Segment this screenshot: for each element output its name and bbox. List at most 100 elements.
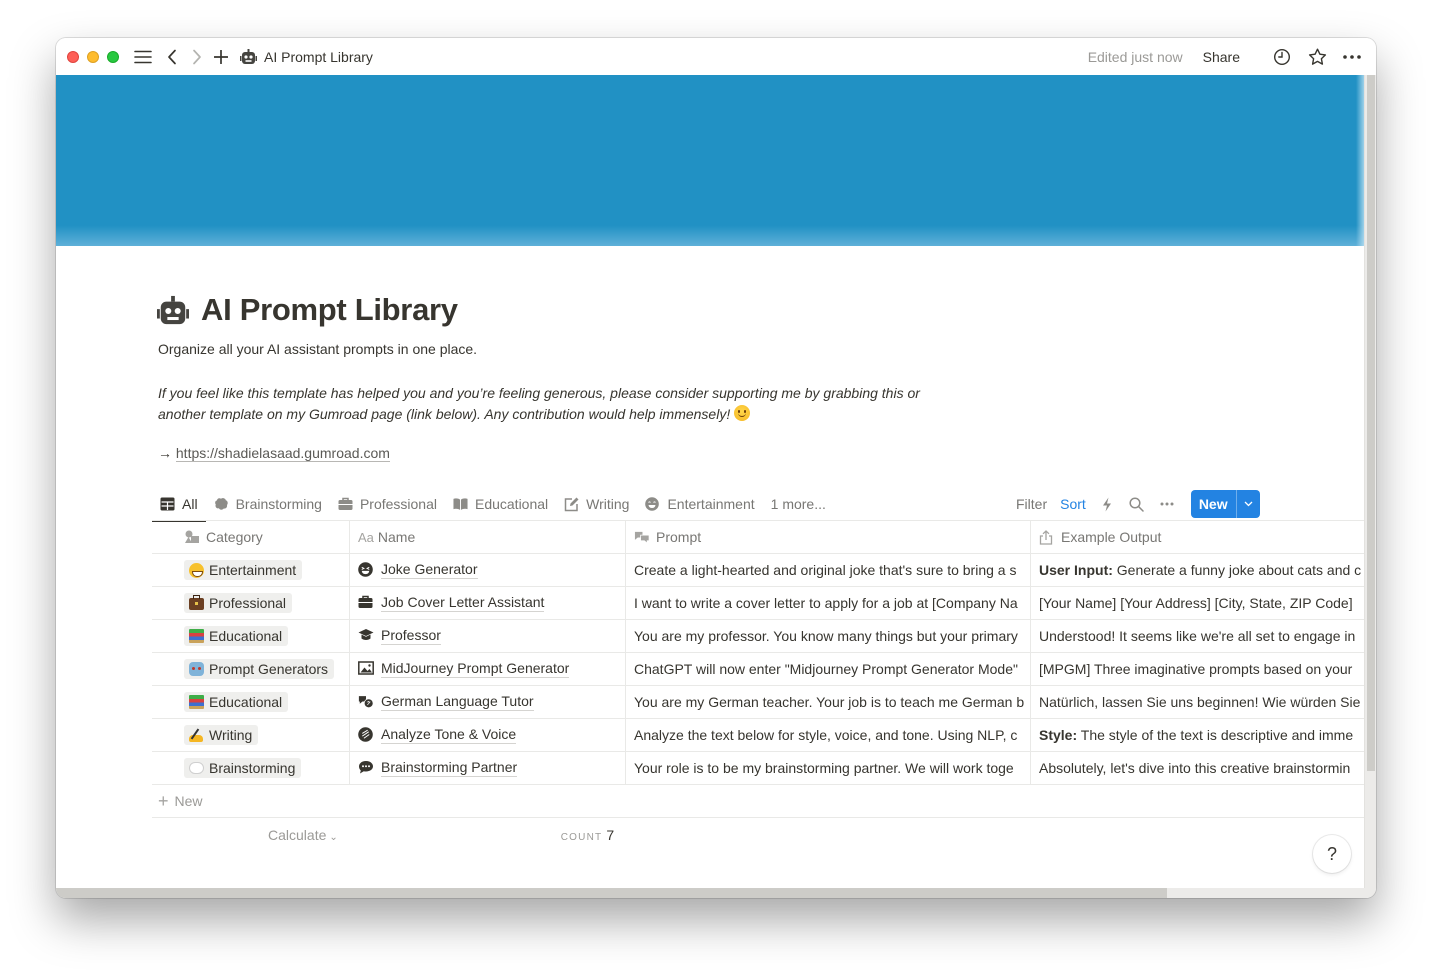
prompt-cell[interactable]: Analyze the text below for style, voice,… bbox=[626, 719, 1031, 751]
page-name-link[interactable]: Analyze Tone & Voice bbox=[381, 726, 517, 744]
page-name-link[interactable]: Professor bbox=[381, 627, 441, 645]
view-tab-educational[interactable]: Educational bbox=[445, 488, 556, 520]
category-tag[interactable]: Prompt Generators bbox=[184, 659, 335, 679]
view-options-ellipsis-icon[interactable] bbox=[1158, 495, 1176, 513]
name-cell[interactable]: Brainstorming Partner bbox=[350, 752, 626, 784]
column-header-label: Name bbox=[377, 529, 416, 545]
topbar-actions: Edited just now Share bbox=[1088, 47, 1362, 67]
prompt-cell[interactable]: Create a light-hearted and original joke… bbox=[626, 554, 1031, 586]
category-tag[interactable]: Writing bbox=[184, 725, 259, 745]
language-icon bbox=[358, 694, 374, 710]
page-name-link[interactable]: MidJourney Prompt Generator bbox=[381, 660, 570, 678]
page-name-link[interactable]: Job Cover Letter Assistant bbox=[381, 594, 545, 612]
view-tab-professional[interactable]: Professional bbox=[330, 488, 445, 520]
close-window-button[interactable] bbox=[67, 50, 79, 63]
prompt-cell[interactable]: You are my professor. You know many thin… bbox=[626, 620, 1031, 652]
page-description[interactable]: Organize all your AI assistant prompts i… bbox=[158, 341, 477, 357]
vertical-scrollbar[interactable] bbox=[1364, 75, 1376, 888]
example-output-cell[interactable]: Understood! It seems like we're all set … bbox=[1031, 620, 1364, 652]
prompt-cell[interactable]: I want to write a cover letter to apply … bbox=[626, 587, 1031, 619]
table-row[interactable]: Writing Analyze Tone & Voice Analyze the… bbox=[152, 719, 1364, 752]
sort-button[interactable]: Sort bbox=[1060, 496, 1086, 512]
column-header-category[interactable]: Category bbox=[152, 521, 350, 553]
column-header-prompt[interactable]: Prompt bbox=[626, 521, 1031, 553]
column-header-name[interactable]: Aa Name bbox=[350, 521, 626, 553]
more-views-button[interactable]: 1 more... bbox=[763, 496, 834, 512]
name-cell[interactable]: Professor bbox=[350, 620, 626, 652]
output-text: The style of the text is descriptive and… bbox=[1077, 727, 1354, 743]
example-output-cell[interactable]: [Your Name] [Your Address] [City, State,… bbox=[1031, 587, 1364, 619]
prompt-cell[interactable]: You are my German teacher. Your job is t… bbox=[626, 686, 1031, 718]
view-tab-entertainment[interactable]: Entertainment bbox=[637, 488, 762, 520]
forward-arrow-icon[interactable] bbox=[188, 47, 206, 67]
page-name-link[interactable]: Joke Generator bbox=[381, 561, 478, 579]
filter-button[interactable]: Filter bbox=[1016, 496, 1047, 512]
name-cell[interactable]: German Language Tutor bbox=[350, 686, 626, 718]
table-row[interactable]: Prompt Generators MidJourney Prompt Gene… bbox=[152, 653, 1364, 686]
category-cell[interactable]: Prompt Generators bbox=[152, 653, 350, 685]
gumroad-link[interactable]: https://shadielasaad.gumroad.com bbox=[175, 445, 390, 462]
column-header-example-output[interactable]: Example Output bbox=[1031, 521, 1364, 553]
name-cell[interactable]: Joke Generator bbox=[350, 554, 626, 586]
column-header-label: Category bbox=[206, 529, 263, 545]
category-tag[interactable]: Educational bbox=[184, 626, 289, 646]
favorite-star-icon[interactable] bbox=[1307, 47, 1327, 67]
table-row[interactable]: Educational Professor You are my profess… bbox=[152, 620, 1364, 653]
share-button[interactable]: Share bbox=[1203, 49, 1240, 65]
prompt-cell[interactable]: Your role is to be my brainstorming part… bbox=[626, 752, 1031, 784]
grin-squint-icon bbox=[358, 562, 374, 578]
sidebar-menu-icon[interactable] bbox=[133, 47, 153, 67]
example-output-cell[interactable]: [MPGM] Three imaginative prompts based o… bbox=[1031, 653, 1364, 685]
category-tag[interactable]: Entertainment bbox=[184, 560, 303, 580]
new-entry-button[interactable]: New bbox=[1191, 490, 1236, 518]
example-output-cell[interactable]: Style: The style of the text is descript… bbox=[1031, 719, 1364, 751]
table-row[interactable]: Educational German Language Tutor You ar… bbox=[152, 686, 1364, 719]
history-clock-icon[interactable] bbox=[1272, 47, 1292, 67]
category-cell[interactable]: Educational bbox=[152, 620, 350, 652]
search-icon[interactable] bbox=[1128, 495, 1146, 513]
breadcrumb-page-title[interactable]: AI Prompt Library bbox=[264, 49, 373, 65]
calculate-dropdown[interactable]: Calculate ⌄ bbox=[268, 827, 338, 843]
name-cell[interactable]: MidJourney Prompt Generator bbox=[350, 653, 626, 685]
briefcase-icon bbox=[338, 497, 353, 512]
example-output-cell[interactable]: Natürlich, lassen Sie uns beginnen! Wie … bbox=[1031, 686, 1364, 718]
table-row[interactable]: Entertainment Joke Generator Create a li… bbox=[152, 554, 1364, 587]
help-button[interactable]: ? bbox=[1313, 835, 1351, 873]
view-tab-brainstorming[interactable]: Brainstorming bbox=[206, 488, 330, 520]
name-cell[interactable]: Job Cover Letter Assistant bbox=[350, 587, 626, 619]
view-tab-all[interactable]: All bbox=[152, 488, 206, 522]
count-summary[interactable]: COUNT 7 bbox=[561, 827, 614, 843]
horizontal-scrollbar-thumb[interactable] bbox=[56, 888, 1167, 898]
new-page-plus-icon[interactable] bbox=[211, 47, 231, 67]
prompt-cell[interactable]: ChatGPT will now enter "Midjourney Promp… bbox=[626, 653, 1031, 685]
horizontal-scrollbar[interactable] bbox=[56, 888, 1376, 898]
example-output-cell[interactable]: Absolutely, let's dive into this creativ… bbox=[1031, 752, 1364, 784]
category-cell[interactable]: Professional bbox=[152, 587, 350, 619]
category-tag[interactable]: Brainstorming bbox=[184, 758, 302, 778]
more-options-icon[interactable] bbox=[1342, 47, 1362, 67]
table-row[interactable]: Brainstorming Brainstorming Partner Your… bbox=[152, 752, 1364, 785]
page-title[interactable]: AI Prompt Library bbox=[201, 292, 458, 328]
example-output-cell[interactable]: User Input: Generate a funny joke about … bbox=[1031, 554, 1364, 586]
category-tag[interactable]: Educational bbox=[184, 692, 289, 712]
category-cell[interactable]: Educational bbox=[152, 686, 350, 718]
category-cell[interactable]: Writing bbox=[152, 719, 350, 751]
category-cell[interactable]: Brainstorming bbox=[152, 752, 350, 784]
automation-bolt-icon[interactable] bbox=[1098, 495, 1116, 513]
page-name-link[interactable]: German Language Tutor bbox=[381, 693, 534, 711]
add-new-row-button[interactable]: + New bbox=[152, 785, 1364, 818]
minimize-window-button[interactable] bbox=[87, 50, 99, 63]
page-cover-image[interactable] bbox=[56, 75, 1364, 246]
vertical-scrollbar-thumb[interactable] bbox=[1367, 75, 1375, 771]
table-row[interactable]: Professional Job Cover Letter Assistant … bbox=[152, 587, 1364, 620]
zoom-window-button[interactable] bbox=[107, 50, 119, 63]
back-arrow-icon[interactable] bbox=[163, 47, 181, 67]
name-cell[interactable]: Analyze Tone & Voice bbox=[350, 719, 626, 751]
category-tag[interactable]: Professional bbox=[184, 593, 293, 613]
page-name-link[interactable]: Brainstorming Partner bbox=[381, 759, 518, 777]
support-message[interactable]: If you feel like this template has helpe… bbox=[158, 383, 928, 425]
category-cell[interactable]: Entertainment bbox=[152, 554, 350, 586]
view-tab-writing[interactable]: Writing bbox=[556, 488, 637, 520]
new-template-dropdown-chevron-icon[interactable] bbox=[1235, 490, 1260, 518]
page-robot-icon[interactable] bbox=[157, 295, 189, 327]
